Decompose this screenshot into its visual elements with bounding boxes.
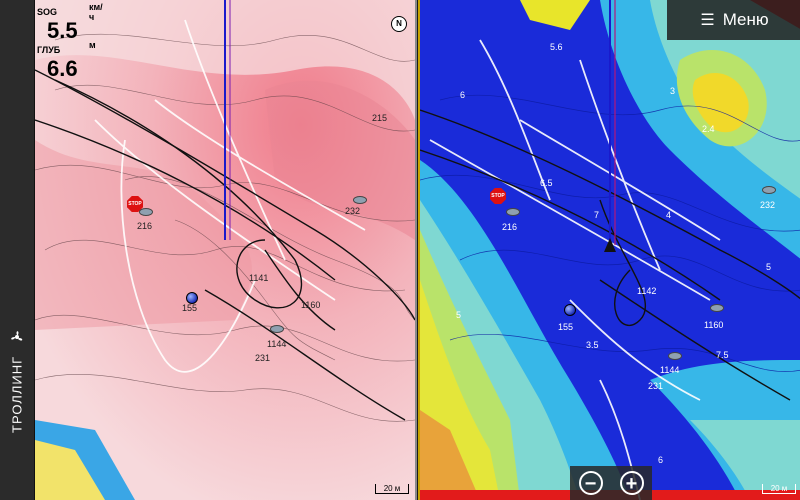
fan-icon [11, 331, 23, 341]
waypoint-label: 216 [137, 221, 153, 231]
chart-pane-depth-shading[interactable]: ☰ Меню STOP 232 216 155 1160 1144 231 11… [418, 0, 800, 500]
fish-icon [353, 196, 367, 204]
waypoint-label: 216 [502, 222, 518, 232]
depth-mark: 5 [766, 262, 772, 272]
fish-icon [139, 208, 153, 216]
depth-mark: 3 [670, 86, 676, 96]
sidebar-tab-trolling[interactable]: ТРОЛЛИНГ [0, 325, 34, 435]
depth-mark: 6 [658, 455, 664, 465]
menu-label: Меню [722, 10, 769, 29]
waypoint-label: 215 [372, 113, 388, 123]
fish-icon [710, 304, 724, 312]
depth-mark: 4 [666, 210, 672, 220]
waypoint-icon[interactable] [564, 304, 576, 316]
fish-icon [270, 325, 284, 333]
sog-readout: SOG км/ч 5.5 [37, 2, 103, 44]
scale-bar: 20 м [375, 484, 409, 494]
waypoint-label: 1144 [660, 365, 680, 375]
depth-mark: 7 [594, 210, 600, 220]
menu-button[interactable]: ☰ Меню [667, 0, 800, 40]
zoom-out-button[interactable]: − [578, 471, 603, 495]
depth-mark: 3.5 [586, 340, 599, 350]
fish-icon [668, 352, 682, 360]
waypoint-label: 155 [182, 303, 198, 313]
waypoint-label: 231 [255, 353, 271, 363]
depth-shading-map [420, 0, 800, 500]
depth-unit: м [89, 40, 96, 50]
waypoint-label: 1142 [637, 286, 657, 296]
waypoint-label: 1160 [704, 320, 724, 330]
north-indicator-icon[interactable]: N [391, 16, 407, 32]
chart-pane-contour[interactable]: SOG км/ч 5.5 ГЛУБ м 6.6 N STOP 215 232 2… [35, 0, 417, 500]
scale-bar: 20 м [762, 484, 796, 494]
zoom-controls: − + [570, 466, 652, 500]
depth-readout: ГЛУБ м 6.6 [37, 40, 96, 82]
contour-map [35, 0, 415, 500]
sog-unit: км/ч [89, 2, 103, 22]
sidebar: ТРОЛЛИНГ [0, 0, 35, 500]
waypoint-label: 1144 [267, 339, 287, 349]
depth-mark: 6 [460, 90, 466, 100]
sog-label: SOG [37, 7, 58, 17]
sidebar-tab-label: ТРОЛЛИНГ [9, 355, 25, 433]
fish-icon [762, 186, 776, 194]
fish-icon [506, 208, 520, 216]
depth-mark: 5.6 [550, 42, 563, 52]
zoom-in-button[interactable]: + [619, 471, 644, 495]
depth-value: 6.6 [47, 56, 78, 81]
waypoint-label: 1160 [301, 300, 321, 310]
depth-mark: 2.4 [702, 124, 715, 134]
depth-mark: 5 [456, 310, 462, 320]
waypoint-label: 231 [648, 381, 664, 391]
waypoint-label: 232 [345, 206, 361, 216]
waypoint-label: 232 [760, 200, 776, 210]
depth-label: ГЛУБ [37, 45, 61, 55]
waypoint-label: 1141 [249, 273, 269, 283]
hamburger-icon: ☰ [700, 12, 715, 29]
waypoint-label: 155 [558, 322, 574, 332]
depth-mark: 7.5 [716, 350, 729, 360]
depth-mark: 6.5 [540, 178, 553, 188]
